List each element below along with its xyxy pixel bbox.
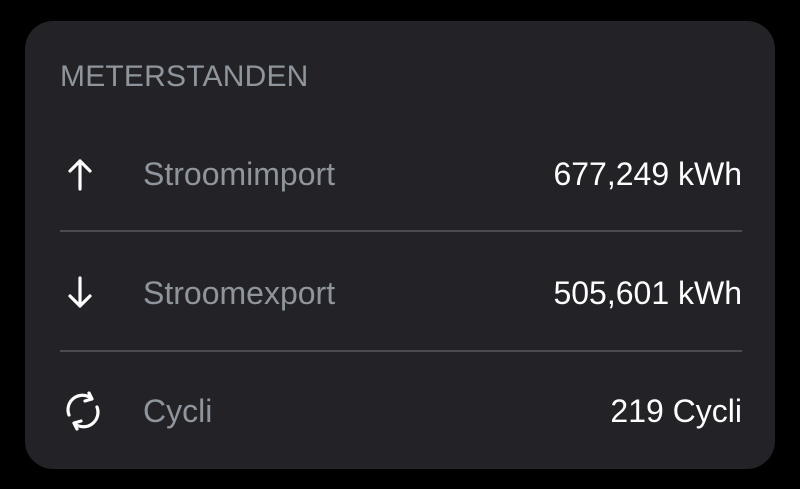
arrow-up-icon <box>60 150 108 198</box>
row-stroomimport[interactable]: Stroomimport 677,249 kWh <box>60 144 742 204</box>
row-stroomexport[interactable]: Stroomexport 505,601 kWh <box>60 263 742 323</box>
divider <box>60 350 742 352</box>
divider <box>60 230 742 232</box>
row-label: Stroomimport <box>143 155 336 192</box>
row-value: 219 Cycli <box>610 392 742 429</box>
meter-readings-card: METERSTANDEN Stroomimport 677,249 kWh St… <box>25 21 775 469</box>
cycle-icon <box>60 387 108 435</box>
row-cycli[interactable]: Cycli 219 Cycli <box>60 381 742 441</box>
row-value: 505,601 kWh <box>553 274 742 311</box>
arrow-down-icon <box>60 269 108 317</box>
row-label: Cycli <box>143 392 213 429</box>
row-value: 677,249 kWh <box>553 155 742 192</box>
row-label: Stroomexport <box>143 274 336 311</box>
card-title: METERSTANDEN <box>60 60 309 93</box>
